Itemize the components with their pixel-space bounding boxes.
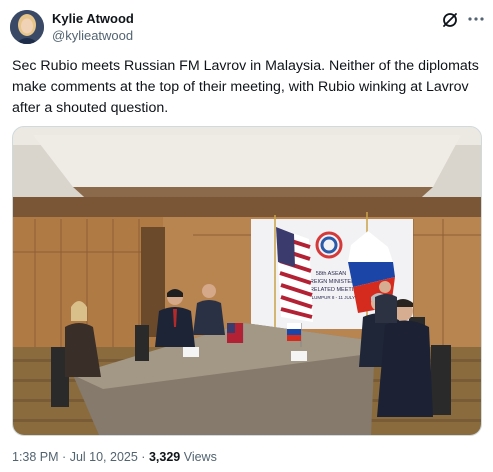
meeting-photo: 58th ASEAN FOREIGN MINISTERS' AND RELATE…: [13, 127, 481, 435]
meta-separator-2: ·: [141, 450, 146, 464]
tweet-meta: 1:38 PM · Jul 10, 2025 · 3,329 Views: [12, 450, 217, 464]
tweet-text: Sec Rubio meets Russian FM Lavrov in Mal…: [12, 58, 479, 116]
avatar[interactable]: [10, 10, 44, 44]
views-label: Views: [183, 450, 217, 464]
meta-separator: ·: [62, 450, 67, 464]
author-handle[interactable]: @kylieatwood: [52, 28, 133, 43]
banner-line1: 58th ASEAN: [316, 271, 347, 277]
tweet-media[interactable]: 58th ASEAN FOREIGN MINISTERS' AND RELATE…: [12, 126, 482, 436]
views-count: 3,329: [148, 450, 181, 464]
grok-icon[interactable]: [441, 11, 459, 29]
author-name[interactable]: Kylie Atwood: [52, 11, 134, 26]
tweet-time[interactable]: 1:38 PM: [12, 450, 59, 464]
tweet-date[interactable]: Jul 10, 2025: [70, 450, 138, 464]
more-icon[interactable]: [467, 11, 485, 30]
us-flag: [276, 227, 313, 322]
